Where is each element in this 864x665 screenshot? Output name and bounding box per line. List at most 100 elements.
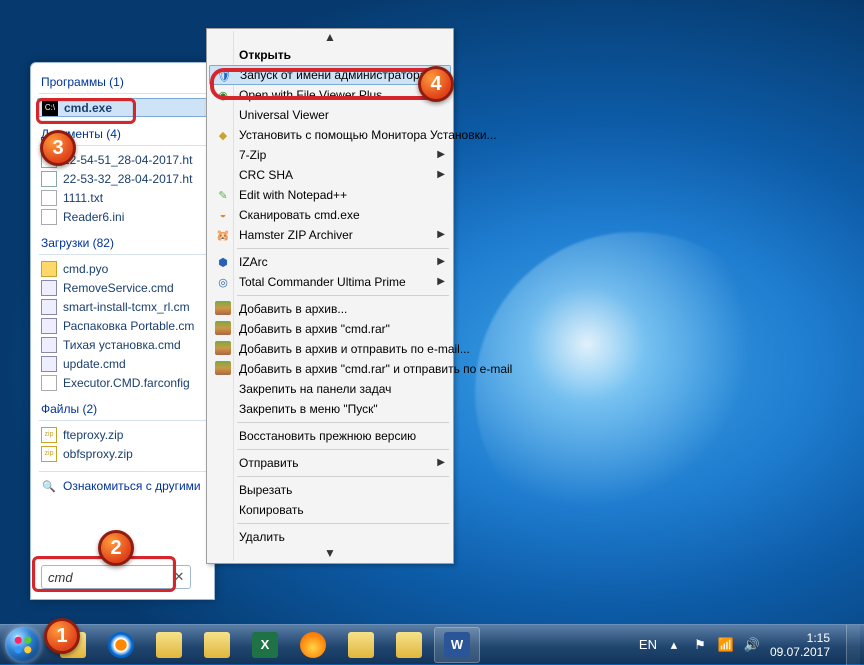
downloads-item[interactable]: cmd.pyo [31,259,214,278]
ctx-add-archive-email[interactable]: Добавить в архив и отправить по e-mail..… [209,339,451,359]
docs-item[interactable]: Reader6.ini [31,207,214,226]
callout-4: 4 [418,66,454,102]
file-icon [41,190,57,206]
file-icon [41,375,57,391]
ctx-install-monitor[interactable]: ◆ Установить с помощью Монитора Установк… [209,125,451,145]
ctx-cut[interactable]: Вырезать [209,480,451,500]
ctx-add-archive[interactable]: Добавить в архив... [209,299,451,319]
downloads-item[interactable]: Тихая установка.cmd [31,335,214,354]
hamster-icon: 🐹 [215,227,231,243]
ctx-tcup[interactable]: ◎ Total Commander Ultima Prime▶ [209,272,451,292]
result-label: cmd.exe [64,101,112,115]
result-label: 1111.txt [63,191,103,205]
winrar-icon [215,301,231,315]
submenu-arrow-icon: ▶ [437,229,445,240]
start-button[interactable] [0,625,46,665]
taskbar-folder3[interactable] [338,627,384,663]
file-icon [41,337,57,353]
ctx-universal-viewer[interactable]: Universal Viewer [209,105,451,125]
downloads-item[interactable]: update.cmd [31,354,214,373]
docs-item[interactable]: 22-53-32_28-04-2017.ht [31,169,214,188]
taskbar-folder[interactable] [146,627,192,663]
daemon-icon [300,632,326,658]
ctx-run-as-admin[interactable]: 🛡 Запуск от имени администратора [209,65,451,85]
downloads-item[interactable]: Распаковка Portable.cm [31,316,214,335]
folder-icon [156,632,182,658]
ctx-avast-scan[interactable]: ◒ Сканировать cmd.exe [209,205,451,225]
result-label: obfsproxy.zip [63,447,133,461]
network-icon[interactable]: 📶 [718,637,734,653]
result-cmd-exe[interactable]: C:\ cmd.exe [37,98,208,117]
ctx-restore-previous[interactable]: Восстановить прежнюю версию [209,426,451,446]
taskbar-daemon[interactable] [290,627,336,663]
excel-icon: X [252,632,278,658]
lang-indicator[interactable]: EN [640,637,656,653]
ctx-scroll-up[interactable]: ▲ [209,31,451,45]
windows-logo-icon [5,627,41,663]
submenu-arrow-icon: ▶ [437,256,445,267]
file-icon [41,318,57,334]
section-downloads: Загрузки (82) [31,232,214,252]
result-label: Reader6.ini [63,210,124,224]
ctx-notepadpp[interactable]: ✎ Edit with Notepad++ [209,185,451,205]
search-input[interactable] [41,565,191,589]
ctx-pin-start[interactable]: Закрепить в меню "Пуск" [209,399,451,419]
ctx-crc-sha[interactable]: CRC SHA▶ [209,165,451,185]
ctx-izarc[interactable]: ⬢ IZArc▶ [209,252,451,272]
downloads-item[interactable]: smart-install-tcmx_rl.cm [31,297,214,316]
ctx-add-archive-named-email[interactable]: Добавить в архив "cmd.rar" и отправить п… [209,359,451,379]
result-label: fteproxy.zip [63,428,123,442]
see-more-results[interactable]: 🔍 Ознакомиться с другими [31,476,214,496]
callout-1: 1 [44,618,80,654]
taskbar-wmp[interactable] [98,627,144,663]
taskbar-clock[interactable]: 1:15 09.07.2017 [770,631,836,659]
ctx-7zip[interactable]: 7-Zip▶ [209,145,451,165]
ctx-open[interactable]: Открыть [209,45,451,65]
file-icon [41,171,57,187]
downloads-item[interactable]: RemoveService.cmd [31,278,214,297]
ctx-hamster[interactable]: 🐹 Hamster ZIP Archiver▶ [209,225,451,245]
taskbar-folder2[interactable] [194,627,240,663]
tray-expand-icon[interactable]: ▴ [666,637,682,653]
ctx-file-viewer-plus[interactable]: ◉ Open with File Viewer Plus [209,85,451,105]
submenu-arrow-icon: ▶ [437,169,445,180]
ctx-send-to[interactable]: Отправить▶ [209,453,451,473]
files-item[interactable]: zip obfsproxy.zip [31,444,214,463]
taskbar-excel[interactable]: X [242,627,288,663]
search-icon: 🔍 [41,478,57,494]
file-icon [41,356,57,372]
downloads-item[interactable]: Executor.CMD.farconfig [31,373,214,392]
ctx-scroll-down[interactable]: ▼ [209,547,451,561]
callout-2: 2 [98,530,134,566]
context-menu: ▲ Открыть 🛡 Запуск от имени администрато… [206,28,454,564]
ctx-add-archive-named[interactable]: Добавить в архив "cmd.rar" [209,319,451,339]
submenu-arrow-icon: ▶ [437,457,445,468]
files-item[interactable]: zipfteproxy.zip [31,425,214,444]
result-label: Тихая установка.cmd [63,338,181,352]
docs-item[interactable]: 1111.txt [31,188,214,207]
ctx-copy[interactable]: Копировать [209,500,451,520]
folder-icon [396,632,422,658]
file-icon [41,280,57,296]
result-label: 22-54-51_28-04-2017.ht [63,153,192,167]
result-label: Распаковка Portable.cm [63,319,194,333]
volume-icon[interactable]: 🔊 [744,637,760,653]
file-icon: zip [41,446,57,462]
cmd-icon: C:\ [42,100,58,116]
system-tray: EN ▴ ⚑ 📶 🔊 1:15 09.07.2017 [640,625,864,665]
result-label: update.cmd [63,357,126,371]
clear-search-button[interactable]: ✕ [171,569,187,585]
taskbar-word[interactable]: W [434,627,480,663]
action-center-icon[interactable]: ⚑ [692,637,708,653]
monitor-icon: ◆ [215,127,231,143]
file-icon [41,209,57,225]
section-files: Файлы (2) [31,398,214,418]
show-desktop-button[interactable] [846,625,860,665]
winrar-icon [215,341,231,355]
file-icon [41,261,57,277]
ctx-pin-taskbar[interactable]: Закрепить на панели задач [209,379,451,399]
file-icon [41,299,57,315]
ctx-delete[interactable]: Удалить [209,527,451,547]
taskbar-folder4[interactable] [386,627,432,663]
submenu-arrow-icon: ▶ [437,149,445,160]
